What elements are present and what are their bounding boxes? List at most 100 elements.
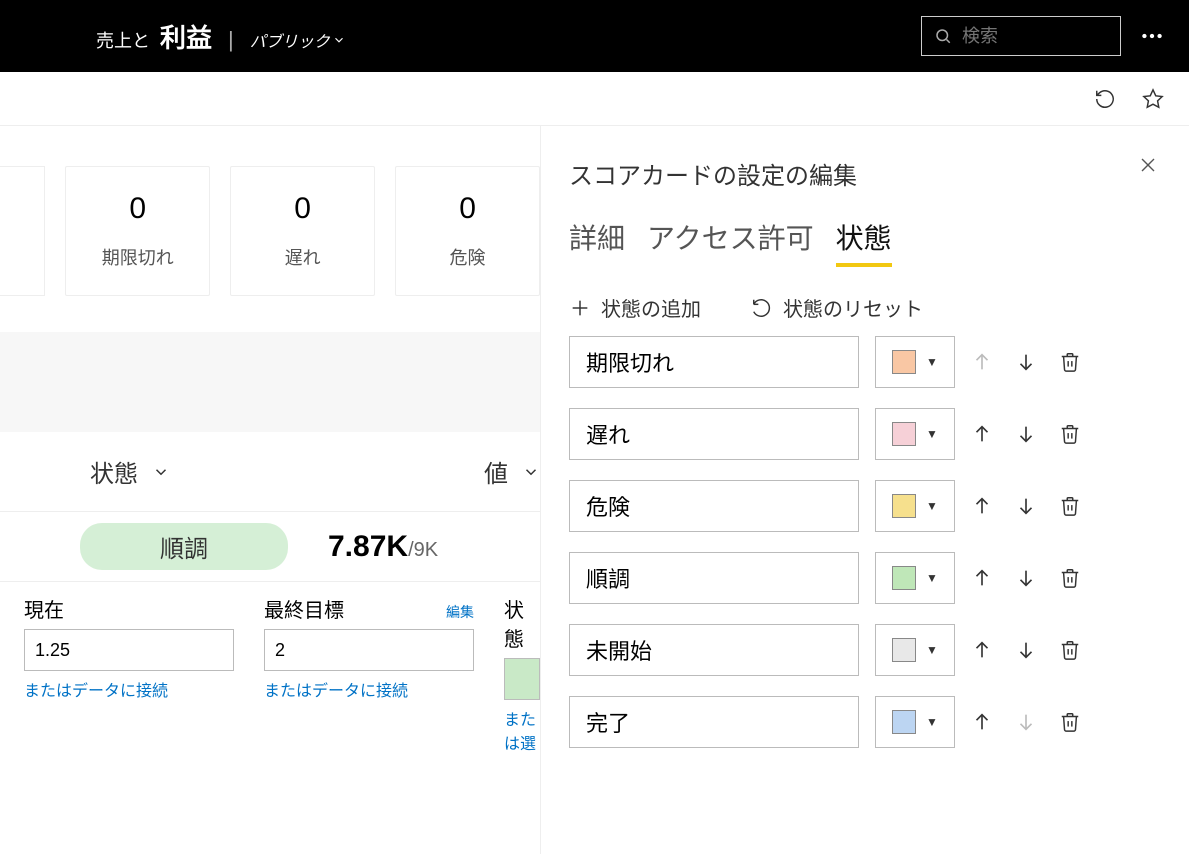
- delete-icon[interactable]: [1059, 423, 1081, 445]
- row-controls: [971, 351, 1081, 373]
- move-up-icon[interactable]: [971, 639, 993, 661]
- delete-icon[interactable]: [1059, 351, 1081, 373]
- chevron-down-icon: ▼: [926, 715, 938, 729]
- status-pill[interactable]: 順調: [80, 523, 288, 570]
- search-input[interactable]: [962, 26, 1108, 47]
- color-swatch: [892, 710, 916, 734]
- status-row: ▼: [569, 624, 1161, 676]
- settings-panel: スコアカードの設定の編集 詳細 アクセス許可 状態 状態の追加 状態のリセット: [540, 126, 1189, 854]
- main-area: 0 期限切れ 0 遅れ 0 危険 状態 値: [0, 126, 1189, 854]
- editor-target: 最終目標 編集 またはデータに接続: [264, 594, 474, 754]
- color-swatch: [892, 638, 916, 662]
- move-down-icon[interactable]: [1015, 495, 1037, 517]
- color-dropdown[interactable]: ▼: [875, 480, 955, 532]
- row-controls: [971, 567, 1081, 589]
- move-down-icon[interactable]: [1015, 351, 1037, 373]
- editor-current-label: 現在: [24, 594, 64, 623]
- status-name-input[interactable]: [569, 624, 859, 676]
- move-up-icon[interactable]: [971, 423, 993, 445]
- chevron-down-icon: ▼: [926, 499, 938, 513]
- connect-data-link[interactable]: またはデータに接続: [264, 677, 474, 701]
- undo-icon: [751, 297, 773, 319]
- panel-title: スコアカードの設定の編集: [569, 156, 1161, 191]
- add-state-label: 状態の追加: [601, 293, 701, 322]
- color-dropdown[interactable]: ▼: [875, 624, 955, 676]
- color-dropdown[interactable]: ▼: [875, 696, 955, 748]
- move-up-icon[interactable]: [971, 567, 993, 589]
- status-preview[interactable]: [504, 658, 540, 700]
- color-dropdown[interactable]: ▼: [875, 336, 955, 388]
- move-down-icon[interactable]: [1015, 423, 1037, 445]
- move-up-icon[interactable]: [971, 711, 993, 733]
- delete-icon[interactable]: [1059, 711, 1081, 733]
- plus-icon: [569, 297, 591, 319]
- color-swatch: [892, 494, 916, 518]
- metric-row: 順調 7.87K/9K: [0, 512, 540, 582]
- close-icon[interactable]: [1139, 156, 1157, 174]
- card-value: 0: [129, 192, 146, 226]
- delete-icon[interactable]: [1059, 495, 1081, 517]
- topbar-right: [921, 16, 1165, 56]
- panel-tabs: 詳細 アクセス許可 状態: [569, 217, 1161, 267]
- color-swatch: [892, 422, 916, 446]
- scope-label: パブリック: [250, 34, 330, 51]
- status-name-input[interactable]: [569, 696, 859, 748]
- card-danger[interactable]: 0 危険: [395, 166, 540, 296]
- chevron-down-icon: [522, 463, 540, 481]
- star-icon[interactable]: [1141, 87, 1165, 111]
- scope-dropdown[interactable]: パブリック: [250, 28, 346, 52]
- status-name-input[interactable]: [569, 480, 859, 532]
- or-select-link[interactable]: または選: [504, 706, 540, 754]
- move-down-icon[interactable]: [1015, 639, 1037, 661]
- delete-icon[interactable]: [1059, 639, 1081, 661]
- chevron-down-icon: [332, 33, 346, 47]
- current-input[interactable]: [24, 629, 234, 671]
- row-controls: [971, 639, 1081, 661]
- card-late[interactable]: 0 遅れ: [230, 166, 375, 296]
- add-state-button[interactable]: 状態の追加: [569, 293, 701, 322]
- grey-strip: [0, 332, 540, 432]
- tab-detail[interactable]: 詳細: [569, 217, 625, 267]
- tab-state[interactable]: 状態: [836, 217, 892, 267]
- value-suffix: /9K: [408, 539, 438, 561]
- value-main: 7.87K: [328, 530, 408, 563]
- card-label: 期限切れ: [102, 244, 174, 270]
- status-list: ▼ ▼ ▼ ▼: [569, 336, 1161, 748]
- more-menu-icon[interactable]: [1139, 23, 1165, 49]
- status-name-input[interactable]: [569, 408, 859, 460]
- partial-card: [0, 166, 45, 296]
- color-swatch: [892, 566, 916, 590]
- col-state[interactable]: 状態: [90, 454, 170, 489]
- status-row: ▼: [569, 408, 1161, 460]
- chevron-down-icon: ▼: [926, 427, 938, 441]
- chevron-down-icon: ▼: [926, 643, 938, 657]
- reset-state-button[interactable]: 状態のリセット: [751, 293, 923, 322]
- status-name-input[interactable]: [569, 552, 859, 604]
- move-up-icon[interactable]: [971, 495, 993, 517]
- edit-link[interactable]: 編集: [446, 602, 474, 622]
- card-overdue[interactable]: 0 期限切れ: [65, 166, 210, 296]
- move-down-icon[interactable]: [1015, 567, 1037, 589]
- card-value: 0: [459, 192, 476, 226]
- col-value[interactable]: 値: [484, 454, 540, 489]
- status-name-input[interactable]: [569, 336, 859, 388]
- card-value: 0: [294, 192, 311, 226]
- title-separator: |: [228, 27, 234, 53]
- status-row: ▼: [569, 480, 1161, 532]
- top-bar: 売上と 利益 | パブリック: [0, 0, 1189, 72]
- connect-data-link[interactable]: またはデータに接続: [24, 677, 234, 701]
- title-main: 利益: [160, 18, 212, 55]
- color-dropdown[interactable]: ▼: [875, 408, 955, 460]
- metric-value: 7.87K/9K: [328, 530, 438, 564]
- tab-permission[interactable]: アクセス許可: [647, 217, 814, 267]
- delete-icon[interactable]: [1059, 567, 1081, 589]
- move-down-icon: [1015, 711, 1037, 733]
- chevron-down-icon: ▼: [926, 571, 938, 585]
- col-state-label: 状態: [90, 454, 138, 489]
- panel-actions: 状態の追加 状態のリセット: [569, 293, 1161, 322]
- refresh-icon[interactable]: [1093, 87, 1117, 111]
- row-controls: [971, 711, 1081, 733]
- search-box[interactable]: [921, 16, 1121, 56]
- color-dropdown[interactable]: ▼: [875, 552, 955, 604]
- target-input[interactable]: [264, 629, 474, 671]
